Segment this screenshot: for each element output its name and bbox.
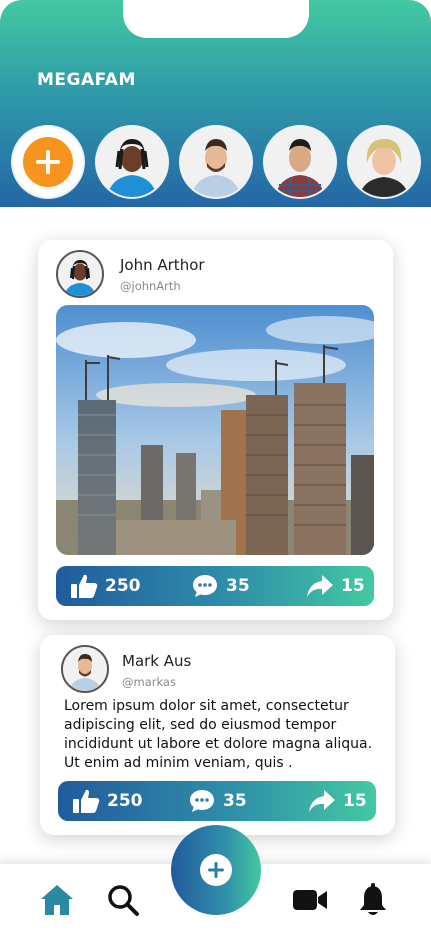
post-card-1: John Arthor @johnArth 250 35 15 (38, 240, 393, 620)
home-icon[interactable] (39, 882, 75, 918)
comment-button[interactable]: 35 (188, 781, 247, 821)
app-header: MEGAFAM (0, 0, 431, 207)
plus-icon (23, 137, 73, 187)
post-text: Lorem ipsum dolor sit amet, consectetur … (64, 698, 373, 771)
app-title: MEGAFAM (37, 70, 136, 90)
search-icon[interactable] (105, 882, 141, 918)
device-notch (123, 0, 309, 38)
story-avatar-1[interactable] (97, 127, 167, 197)
comment-button[interactable]: 35 (191, 566, 250, 606)
post-author-handle: @markas (122, 675, 176, 689)
avatar[interactable] (56, 250, 104, 298)
plus-icon (200, 854, 232, 886)
bell-icon[interactable] (355, 882, 391, 918)
post-author-name[interactable]: Mark Aus (122, 652, 191, 670)
share-arrow-icon (307, 575, 333, 597)
avatar[interactable] (61, 645, 109, 693)
video-icon[interactable] (292, 882, 328, 918)
share-count: 15 (343, 791, 367, 811)
share-button[interactable]: 15 (306, 566, 365, 606)
stories-row (13, 127, 431, 197)
comment-count: 35 (226, 576, 250, 596)
share-arrow-icon (309, 790, 335, 812)
post-stats-bar: 250 35 15 (58, 781, 376, 821)
story-avatar-2[interactable] (181, 127, 251, 197)
comment-count: 35 (223, 791, 247, 811)
story-avatar-4[interactable] (349, 127, 419, 197)
post-author-handle: @johnArth (120, 279, 181, 293)
like-button[interactable]: 250 (72, 781, 143, 821)
share-button[interactable]: 15 (308, 781, 367, 821)
like-count: 250 (105, 576, 141, 596)
share-count: 15 (341, 576, 365, 596)
story-avatar-3[interactable] (265, 127, 335, 197)
post-image-city-skyline[interactable] (56, 305, 374, 555)
comment-icon (190, 790, 214, 812)
thumbs-up-icon (71, 574, 98, 598)
like-count: 250 (107, 791, 143, 811)
add-story-button[interactable] (13, 127, 83, 197)
post-author-name[interactable]: John Arthor (120, 256, 205, 274)
add-post-button[interactable] (171, 825, 261, 915)
like-button[interactable]: 250 (70, 566, 141, 606)
post-card-2: Mark Aus @markas Lorem ipsum dolor sit a… (40, 635, 395, 835)
thumbs-up-icon (73, 789, 100, 813)
post-stats-bar: 250 35 15 (56, 566, 374, 606)
comment-icon (193, 575, 217, 597)
